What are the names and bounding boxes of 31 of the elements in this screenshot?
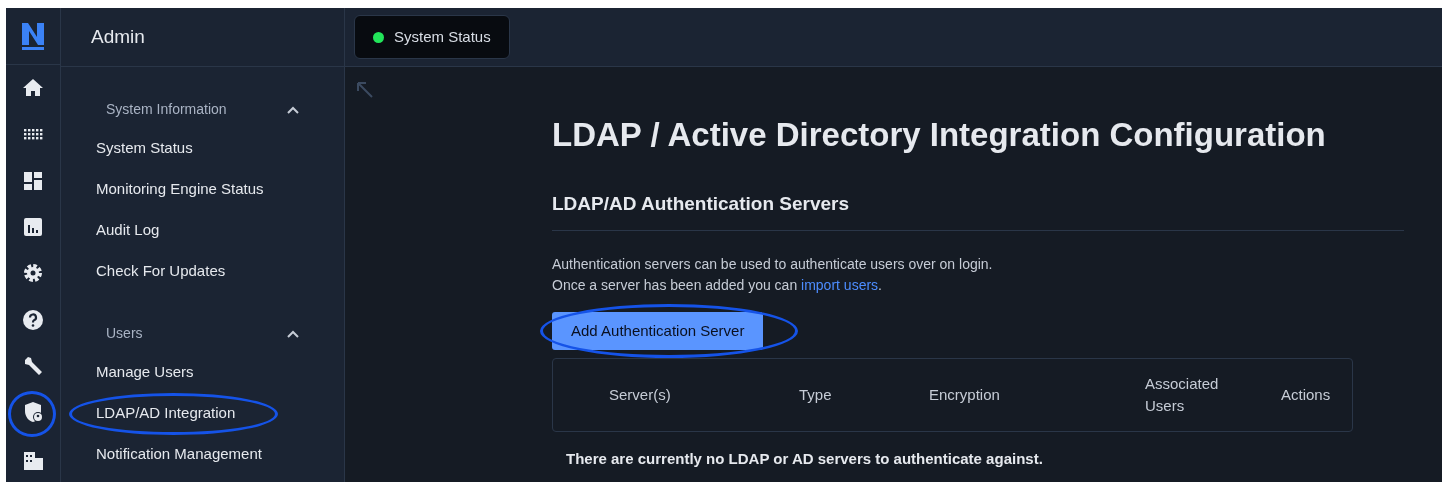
description-text: Authentication servers can be used to authenticate users over on login. xyxy=(552,255,994,275)
nav-item[interactable]: Check For Updates xyxy=(96,261,226,281)
status-button[interactable]: System Status xyxy=(354,15,510,59)
nav-item[interactable]: Manage Users xyxy=(96,362,194,382)
add-server-button[interactable]: Add Authentication Server xyxy=(552,312,764,351)
column-header[interactable]: Associated Users xyxy=(1145,373,1245,418)
section-heading[interactable]: System Information xyxy=(106,98,227,120)
column-header[interactable]: Encryption xyxy=(929,384,1145,407)
chevron-up-icon[interactable] xyxy=(287,105,299,114)
section-heading[interactable]: Users xyxy=(106,322,143,344)
help-icon[interactable] xyxy=(22,308,44,331)
column-header[interactable]: Type xyxy=(799,384,929,407)
nav-item[interactable]: Notification Management xyxy=(96,444,262,464)
section-title: LDAP/AD Authentication Servers xyxy=(552,192,1404,232)
nav-item[interactable]: Monitoring Engine Status xyxy=(96,179,264,199)
dashboard-icon[interactable] xyxy=(22,169,44,192)
empty-message: There are currently no LDAP or AD servers to authenticate against. xyxy=(566,449,1044,470)
bar-chart-icon[interactable] xyxy=(22,216,44,239)
nav-item[interactable]: System Status xyxy=(96,138,193,158)
nav-item[interactable]: LDAP/AD Integration xyxy=(96,403,236,423)
logo-icon[interactable] xyxy=(20,21,46,51)
page-title: LDAP / Active Directory Integration Configuration xyxy=(552,115,1327,155)
shield-user-icon[interactable] xyxy=(22,401,44,424)
column-header[interactable]: Actions xyxy=(1281,384,1351,407)
settings-icon[interactable] xyxy=(22,262,44,285)
sidebar-title: Admin xyxy=(91,24,145,49)
description-text: Once a server has been added you can import users. xyxy=(552,276,883,296)
chevron-up-icon[interactable] xyxy=(287,329,299,338)
nav-item[interactable]: Audit Log xyxy=(96,220,160,240)
wrench-icon[interactable] xyxy=(22,355,44,378)
column-header[interactable]: Server(s) xyxy=(609,384,799,407)
